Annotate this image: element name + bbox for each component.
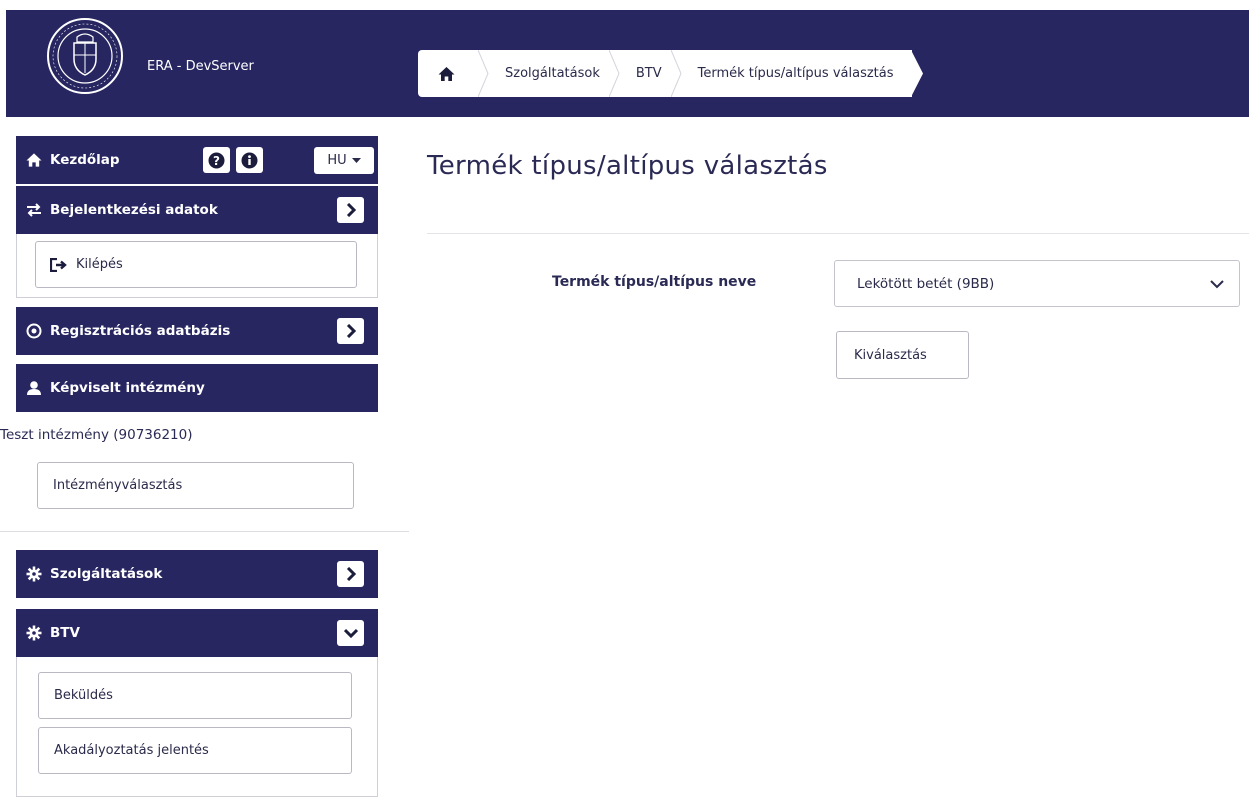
language-dropdown[interactable]: HU (314, 147, 374, 174)
breadcrumb: Szolgáltatások BTV Termék típus/altípus … (418, 50, 923, 97)
btv-section[interactable]: BTV (16, 609, 378, 657)
sidebar-divider (0, 531, 409, 532)
institution-select-button[interactable]: Intézményválasztás (37, 462, 354, 509)
svg-text:?: ? (213, 154, 220, 168)
info-icon (241, 152, 258, 168)
gear-icon (26, 625, 42, 641)
chevron-right-icon (346, 567, 356, 581)
app-brand: ERA - DevServer (147, 59, 254, 74)
page-title: Termék típus/altípus választás (427, 151, 828, 181)
info-button[interactable] (236, 147, 263, 173)
chevron-right-icon (346, 203, 356, 217)
btv-item-obstruction-report[interactable]: Akadályoztatás jelentés (38, 727, 352, 774)
logout-icon (50, 257, 67, 272)
services-section[interactable]: Szolgáltatások (16, 550, 378, 598)
breadcrumb-home[interactable] (418, 50, 489, 97)
expand-services-button[interactable] (337, 561, 364, 587)
chevron-down-icon (1210, 280, 1224, 289)
seal-logo-icon (47, 18, 123, 94)
product-type-label: Termék típus/altípus neve (552, 274, 757, 290)
help-button[interactable]: ? (203, 147, 230, 173)
registry-section[interactable]: Regisztrációs adatbázis (16, 307, 378, 355)
user-icon (27, 381, 41, 395)
breadcrumb-separator (478, 50, 489, 97)
chevron-right-icon (346, 324, 356, 338)
select-button[interactable]: Kiválasztás (836, 331, 969, 379)
breadcrumb-item-services[interactable]: Szolgáltatások (479, 50, 620, 97)
caret-down-icon (351, 157, 361, 163)
product-type-select[interactable]: Lekötött betét (9BB) (834, 260, 1240, 307)
home-icon (438, 66, 455, 81)
breadcrumb-end-arrow (910, 50, 923, 97)
collapse-btv-button[interactable] (337, 620, 364, 646)
exchange-icon (27, 203, 41, 217)
logout-button[interactable]: Kilépés (35, 241, 357, 288)
help-icon: ? (208, 152, 225, 168)
expand-registry-button[interactable] (337, 318, 364, 344)
sidebar-home-bar: Kezdőlap ? HU (16, 136, 378, 184)
btv-item-submit[interactable]: Beküldés (38, 672, 352, 719)
registered-icon (26, 323, 42, 339)
title-divider (427, 233, 1249, 234)
breadcrumb-separator (608, 50, 620, 97)
chevron-down-icon (343, 628, 358, 639)
expand-login-button[interactable] (337, 197, 364, 223)
login-data-section[interactable]: Bejelentkezési adatok (16, 186, 378, 234)
gear-icon (26, 566, 42, 582)
institution-section: Képviselt intézmény (16, 364, 378, 412)
home-icon (26, 153, 42, 167)
home-link[interactable]: Kezdőlap (50, 152, 120, 168)
institution-name: Teszt intézmény (90736210) (0, 427, 193, 443)
breadcrumb-item-current: Termék típus/altípus választás (697, 66, 894, 81)
top-bar: ERA - DevServer Szolgáltatások BTV Termé… (6, 10, 1249, 117)
breadcrumb-separator (670, 50, 682, 97)
